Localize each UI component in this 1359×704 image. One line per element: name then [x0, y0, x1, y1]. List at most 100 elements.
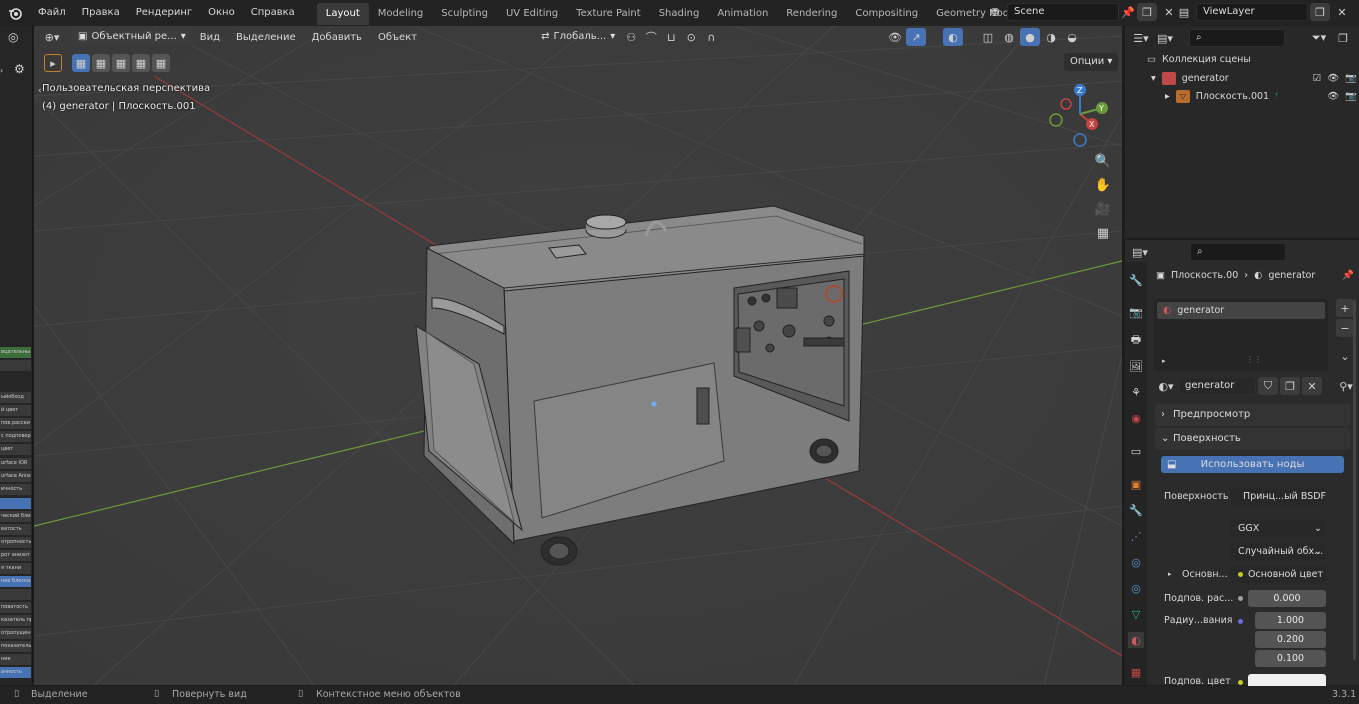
scene-icon[interactable]: ⛃: [985, 3, 1005, 21]
physics-props-icon[interactable]: ◎: [1128, 554, 1144, 570]
left-strip-row[interactable]: [0, 589, 31, 600]
wireframe-shading-icon[interactable]: ◍: [999, 28, 1019, 46]
menu-help[interactable]: Справка: [243, 0, 303, 26]
modifier-props-icon[interactable]: 🔧: [1128, 502, 1144, 518]
tab-layout[interactable]: Layout: [316, 3, 369, 25]
left-strip-row[interactable]: ватость: [0, 524, 31, 535]
material-shading-icon[interactable]: ◑: [1041, 28, 1061, 46]
base-color-field[interactable]: Основной цвет: [1230, 566, 1326, 583]
tab-sculpting[interactable]: Sculpting: [432, 3, 497, 25]
3d-viewport[interactable]: [34, 26, 1122, 685]
radius-x-field[interactable]: 1.000: [1255, 612, 1326, 629]
left-strip-row[interactable]: ичность: [0, 484, 31, 495]
tab-uv-editing[interactable]: UV Editing: [497, 3, 567, 25]
use-nodes-button[interactable]: ⬓ Использовать ноды: [1161, 456, 1344, 473]
tab-compositing[interactable]: Compositing: [846, 3, 927, 25]
menu-file[interactable]: Файл: [30, 0, 74, 26]
menu-object[interactable]: Объект: [370, 32, 425, 43]
expand-arrow-icon[interactable]: ›: [0, 66, 3, 75]
radius-z-field[interactable]: 0.100: [1255, 650, 1326, 667]
snap-target-icon[interactable]: ⊔: [661, 28, 681, 46]
material-props-icon[interactable]: ◐: [1128, 632, 1144, 648]
select-box-new-icon[interactable]: ▦: [72, 54, 90, 72]
visibility-icon[interactable]: 👁: [885, 28, 905, 46]
menu-window[interactable]: Окно: [200, 0, 243, 26]
scene-name-field[interactable]: Scene: [1007, 3, 1119, 21]
left-strip-row[interactable]: urface IOR: [0, 458, 31, 469]
pan-hand-icon[interactable]: ✋: [1093, 176, 1113, 194]
left-strip-row[interactable]: поватость: [0, 602, 31, 613]
view-layer-props-icon[interactable]: 🖼: [1128, 358, 1144, 374]
left-strip-row[interactable]: ицательны: [0, 347, 31, 358]
left-strip-row[interactable]: цвет: [0, 444, 31, 455]
eye-icon[interactable]: 👁: [1327, 91, 1339, 102]
surface-shader-field[interactable]: Принц...ый BSDF: [1230, 488, 1326, 505]
left-strip-row[interactable]: пов.рассеи: [0, 418, 31, 429]
left-strip-row[interactable]: нее блеска: [0, 576, 31, 587]
particles-props-icon[interactable]: ⋰: [1128, 528, 1144, 544]
select-box-intersect-icon[interactable]: ▦: [152, 54, 170, 72]
display-mode-icon[interactable]: ▤▾: [1155, 29, 1175, 47]
left-strip-row[interactable]: рот анизот: [0, 550, 31, 561]
expand-arrow-icon[interactable]: ▾: [1151, 73, 1156, 84]
left-strip-row[interactable]: [0, 498, 31, 509]
pin-icon[interactable]: 📌: [1121, 3, 1135, 21]
xray-icon[interactable]: ◫: [978, 28, 998, 46]
panel-preview[interactable]: › Предпросмотр: [1155, 404, 1351, 426]
outliner-item-plane[interactable]: ▸ ▽ Плоскость.001 ᵀ 👁 📷: [1165, 90, 1357, 103]
editor-type-icon[interactable]: ◎: [8, 30, 18, 44]
mode-dropdown[interactable]: ▣ Объектный ре... ▾: [72, 28, 192, 46]
left-strip-row[interactable]: казатель пре: [0, 615, 31, 626]
data-props-icon[interactable]: ▽: [1128, 606, 1144, 622]
outliner-editor-icon[interactable]: ☰▾: [1131, 29, 1151, 47]
editor-type-3d-icon[interactable]: ⊕▾: [42, 28, 62, 46]
view-layer-field[interactable]: ViewLayer: [1196, 3, 1308, 21]
resize-handle-icon[interactable]: ⋮⋮: [1246, 355, 1262, 364]
new-collection-icon[interactable]: ❐: [1333, 29, 1353, 47]
left-strip-row[interactable]: с подповер: [0, 431, 31, 442]
select-box-invert-icon[interactable]: ▦: [132, 54, 150, 72]
texture-props-icon[interactable]: ▦: [1128, 664, 1144, 680]
menu-render[interactable]: Рендеринг: [128, 0, 200, 26]
left-strip-row[interactable]: ыйобход: [0, 392, 31, 403]
tool-settings-icon[interactable]: 🔧: [1128, 272, 1144, 288]
tab-rendering[interactable]: Rendering: [777, 3, 846, 25]
radius-y-field[interactable]: 0.200: [1255, 631, 1326, 648]
snap-icon[interactable]: ⌒: [641, 28, 661, 46]
left-strip-row[interactable]: ачность: [0, 667, 31, 678]
output-props-icon[interactable]: 🖶: [1128, 332, 1144, 348]
node-tool-icon[interactable]: ⚙: [14, 62, 25, 76]
menu-add[interactable]: Добавить: [304, 32, 370, 43]
left-strip-row[interactable]: ние: [0, 654, 31, 665]
fake-user-shield-icon[interactable]: ⛉: [1258, 377, 1278, 395]
new-scene-icon[interactable]: ❐: [1137, 3, 1157, 21]
left-strip-row[interactable]: показатель: [0, 641, 31, 652]
left-strip-row[interactable]: отропущени: [0, 628, 31, 639]
ortho-grid-icon[interactable]: ▦: [1093, 224, 1113, 242]
remove-slot-button[interactable]: −: [1336, 319, 1354, 337]
unlink-material-icon[interactable]: ✕: [1302, 377, 1322, 395]
left-strip-row[interactable]: ческий блик: [0, 511, 31, 522]
rendered-shading-icon[interactable]: ◒: [1062, 28, 1082, 46]
new-view-layer-icon[interactable]: ❐: [1310, 3, 1330, 21]
tab-shading[interactable]: Shading: [650, 3, 709, 25]
browse-material-icon[interactable]: ◐▾: [1156, 377, 1176, 395]
duplicate-material-icon[interactable]: ❐: [1280, 377, 1300, 395]
material-slot-item[interactable]: ◐ generator: [1157, 302, 1325, 319]
collection-props-icon[interactable]: ▭: [1128, 443, 1144, 459]
object-props-icon[interactable]: ▣: [1128, 476, 1144, 492]
panel-surface[interactable]: ⌄ Поверхность: [1155, 428, 1351, 450]
pivot-icon[interactable]: ⚇: [621, 28, 641, 46]
delete-view-layer-icon[interactable]: ✕: [1332, 3, 1352, 21]
subsurface-color-swatch[interactable]: [1248, 674, 1326, 686]
zoom-icon[interactable]: 🔍: [1093, 152, 1113, 170]
left-strip-row[interactable]: отропность: [0, 537, 31, 548]
add-slot-button[interactable]: +: [1336, 299, 1354, 317]
falloff-icon[interactable]: ∩: [701, 28, 721, 46]
solid-shading-icon[interactable]: ●: [1020, 28, 1040, 46]
view-layer-icon[interactable]: ▤: [1174, 3, 1194, 21]
tab-animation[interactable]: Animation: [708, 3, 777, 25]
left-strip-row[interactable]: urface Aniso: [0, 471, 31, 482]
scene-collection-row[interactable]: ▭ Коллекция сцены: [1147, 54, 1251, 65]
camera-view-icon[interactable]: 🎥: [1093, 200, 1113, 218]
